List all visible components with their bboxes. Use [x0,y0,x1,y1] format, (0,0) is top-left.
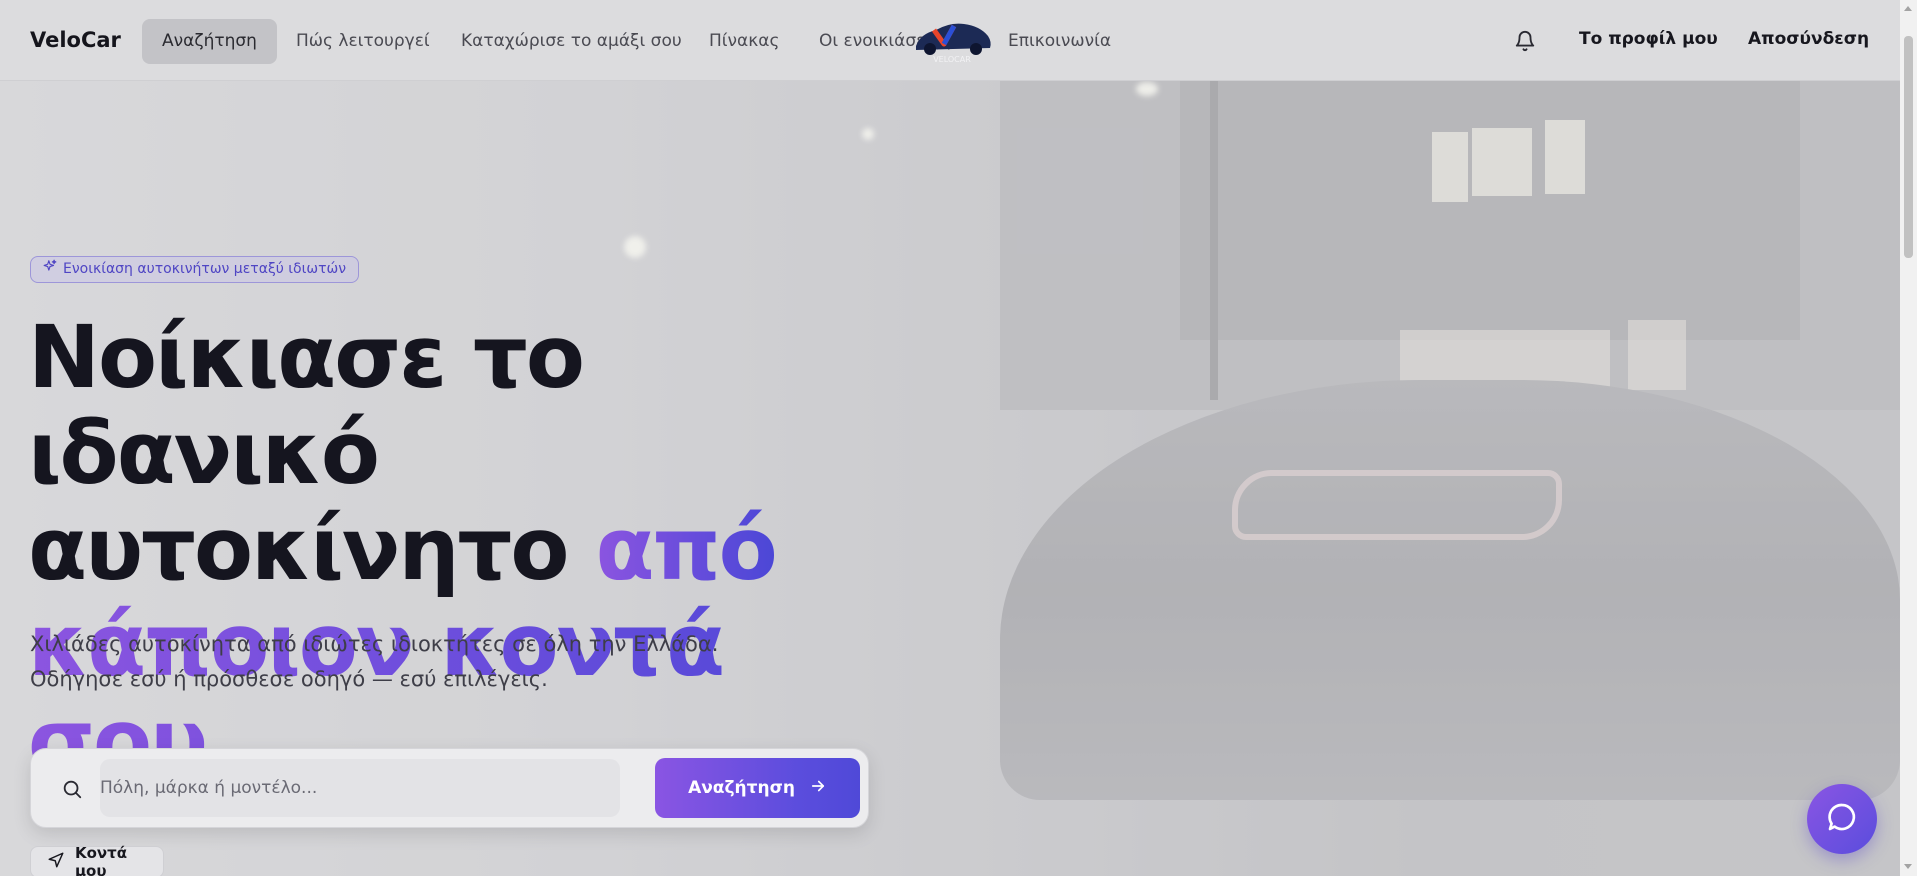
hero-title-line2: αυτοκίνητο από [28,502,928,598]
navigation-arrow-icon [47,851,65,873]
search-icon [61,778,83,800]
nav-item-search[interactable]: Αναζήτηση [142,19,277,64]
scroll-up-arrow-icon[interactable] [1904,6,1912,11]
scroll-down-arrow-icon[interactable] [1904,864,1912,869]
hero-badge-label: Ενοικίαση αυτοκινήτων μεταξύ ιδιωτών [63,261,347,277]
nav-item-dashboard[interactable]: Πίνακας [689,19,799,64]
hero-title-line1: Νοίκιασε το ιδανικό [28,308,585,504]
scrollbar-thumb[interactable] [1904,36,1913,258]
svg-text:VELOCAR: VELOCAR [933,55,971,64]
hero-title-line2-plain: αυτοκίνητο [28,500,596,600]
page-scrollbar[interactable] [1900,0,1917,876]
velocar-car-logo[interactable]: VELOCAR [910,16,994,64]
profile-link[interactable]: Το προφίλ μου [1579,29,1718,49]
arrow-right-icon [809,777,827,800]
chat-button[interactable] [1807,784,1877,854]
hero-subtitle: Χιλιάδες αυτοκίνητα από ιδιώτες ιδιοκτήτ… [30,627,718,697]
notification-bell-icon[interactable] [1514,30,1536,52]
hero-subtitle-line1: Χιλιάδες αυτοκίνητα από ιδιώτες ιδιοκτήτ… [30,632,719,656]
search-input[interactable] [100,759,620,817]
search-button-label: Αναζήτηση [688,778,795,798]
hero-badge: Ενοικίαση αυτοκινήτων μεταξύ ιδιωτών [30,256,360,283]
hero-title: Νοίκιασε το ιδανικό αυτοκίνητο από κάποι… [28,310,928,790]
nav-item-how-it-works[interactable]: Πώς λειτουργεί [276,19,450,64]
hero-title-line2-accent: από [595,500,777,600]
logout-link[interactable]: Αποσύνδεση [1748,29,1869,49]
hero-subtitle-line2: Οδήγησε εσύ ή πρόσθεσε οδηγό — εσύ επιλέ… [30,667,548,691]
near-me-button[interactable]: Κοντά μου [30,844,164,876]
near-me-label: Κοντά μου [75,844,128,876]
search-card: Αναζήτηση [30,748,869,828]
sparkles-icon [43,257,57,282]
nav-item-list-your-car[interactable]: Καταχώρισε το αμάξι σου [441,19,702,64]
brand-logo-text[interactable]: VeloCar [30,28,121,52]
search-button[interactable]: Αναζήτηση [655,758,860,818]
top-navbar: VeloCar Αναζήτηση Πώς λειτουργεί Καταχώρ… [0,0,1900,81]
nav-item-contact[interactable]: Επικοινωνία [988,19,1131,64]
chat-bubble-icon [1826,801,1858,837]
